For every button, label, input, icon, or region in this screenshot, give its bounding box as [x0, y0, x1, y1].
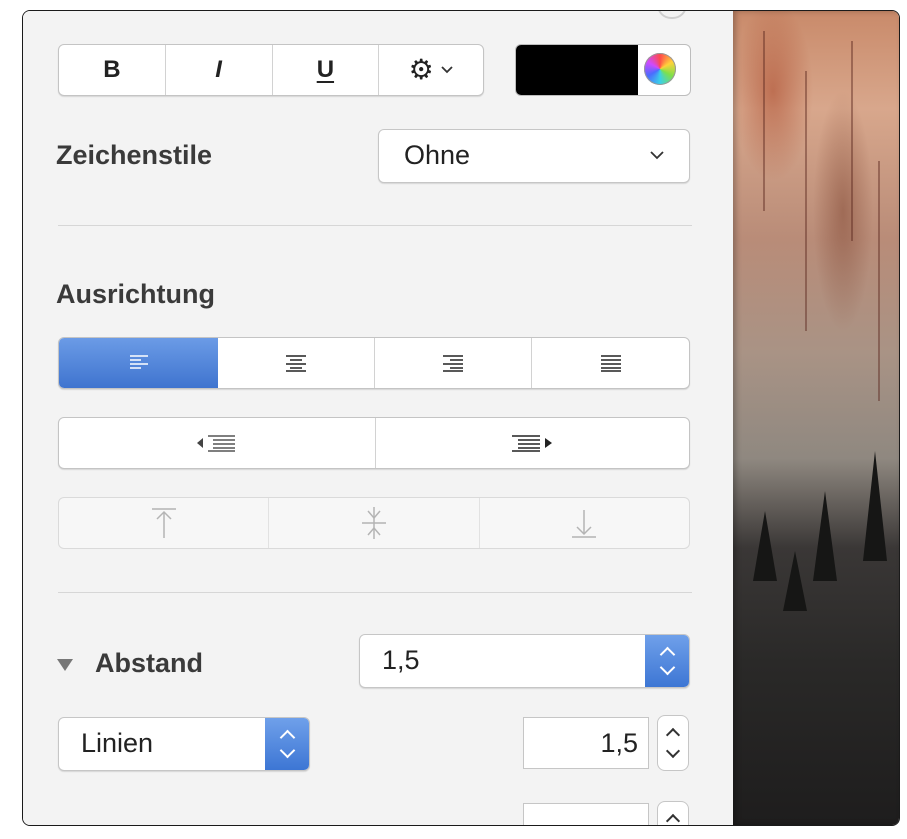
next-field[interactable] [523, 803, 649, 825]
disclosure-triangle-icon[interactable] [55, 657, 75, 673]
align-middle-button[interactable] [269, 498, 480, 548]
decrease-indent-button[interactable] [59, 418, 376, 468]
italic-button[interactable]: I [166, 45, 273, 95]
separator [58, 592, 692, 593]
char-style-popup[interactable]: Ohne [378, 129, 690, 183]
line-spacing-value: 1,5 [600, 728, 638, 758]
align-center-button[interactable] [218, 338, 375, 388]
format-panel: B I U ⚙ Zeichenstile Ohne Ausrichtung Ab… [23, 11, 733, 825]
line-unit-value: Linien [81, 728, 154, 758]
color-wheel-icon[interactable] [644, 53, 676, 85]
bold-label: B [103, 56, 121, 83]
text-options-button[interactable]: ⚙ [379, 45, 483, 95]
align-right-icon [443, 355, 464, 372]
align-bottom-button[interactable] [480, 498, 689, 548]
line-unit-popup[interactable]: Linien [58, 717, 310, 771]
spacing-label: Abstand [95, 648, 203, 678]
spacing-popup[interactable]: 1,5 [359, 634, 690, 688]
char-style-label: Zeichenstile [56, 140, 213, 170]
align-center-icon [286, 355, 307, 372]
inspector-window: B I U ⚙ Zeichenstile Ohne Ausrichtung Ab… [22, 10, 900, 826]
chevron-down-icon [650, 151, 664, 160]
underline-button[interactable]: U [273, 45, 380, 95]
desktop-wallpaper [733, 11, 899, 825]
align-top-button[interactable] [59, 498, 270, 548]
text-format-segmented: B I U ⚙ [58, 44, 484, 96]
line-spacing-field[interactable]: 1,5 [523, 717, 649, 769]
justify-icon [600, 355, 621, 372]
alignment-label: Ausrichtung [56, 279, 215, 309]
align-left-icon [129, 355, 148, 369]
decrease-indent-icon [196, 435, 235, 452]
italic-label: I [215, 56, 222, 83]
align-left-button[interactable] [59, 338, 219, 388]
scroll-knob [657, 11, 687, 19]
align-right-button[interactable] [375, 338, 533, 388]
chevron-down-icon [441, 66, 453, 74]
text-color-well[interactable] [515, 44, 691, 96]
indent-segmented [58, 417, 690, 469]
bold-button[interactable]: B [59, 45, 166, 95]
align-top-icon [151, 508, 176, 538]
stepper-icon[interactable] [265, 718, 309, 770]
line-spacing-stepper[interactable] [657, 715, 689, 771]
char-style-value: Ohne [404, 140, 471, 170]
align-bottom-icon [572, 510, 597, 538]
spacing-value: 1,5 [382, 645, 420, 675]
gear-icon: ⚙ [408, 54, 434, 85]
increase-indent-button[interactable] [376, 418, 690, 468]
alignment-segmented [58, 337, 690, 389]
separator [58, 225, 692, 226]
stepper-icon[interactable] [645, 635, 689, 687]
vertical-align-segmented [58, 497, 690, 549]
justify-button[interactable] [532, 338, 689, 388]
color-swatch [516, 45, 638, 95]
increase-indent-icon [512, 435, 553, 452]
underline-label: U [316, 56, 335, 83]
next-stepper[interactable] [657, 801, 689, 825]
align-middle-icon [361, 507, 386, 539]
